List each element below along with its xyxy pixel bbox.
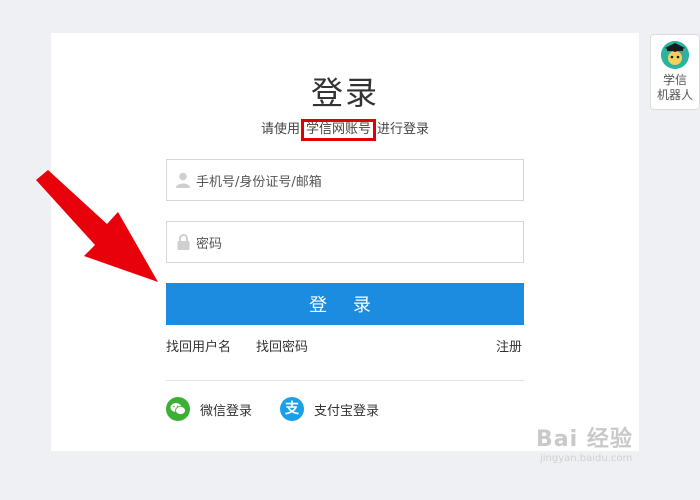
baidu-watermark-url: jingyan.baidu.com — [540, 453, 633, 464]
robot-label-line1: 学信 — [662, 73, 687, 87]
wechat-login[interactable]: 微信登录 — [166, 397, 252, 421]
robot-avatar — [661, 41, 689, 69]
account-field[interactable]: 手机号/身份证号/邮箱 — [166, 159, 524, 201]
alipay-login[interactable]: 支 支付宝登录 — [280, 397, 379, 421]
login-card: 登录 请使用 学信网账号 进行登录 手机号/身份证号/邮箱 密码 登 录 找回用户名… — [51, 33, 639, 451]
alipay-login-label: 支付宝登录 — [314, 403, 380, 419]
subtitle-highlight-account: 学信网账号 — [300, 119, 376, 141]
find-password-link[interactable]: 找回密码 — [256, 339, 308, 357]
wechat-icon — [166, 397, 190, 421]
subtitle-suffix: 进行登录 — [377, 122, 430, 137]
login-button[interactable]: 登 录 — [166, 283, 524, 325]
find-username-link[interactable]: 找回用户名 — [166, 339, 231, 357]
divider — [166, 380, 524, 381]
password-placeholder: 密码 — [196, 236, 223, 252]
account-placeholder: 手机号/身份证号/邮箱 — [196, 174, 322, 190]
wechat-login-label: 微信登录 — [200, 403, 253, 419]
subtitle-prefix: 请使用 — [260, 122, 300, 137]
robot-assistant-button[interactable]: 学信 机器人 — [650, 34, 700, 110]
login-subtitle: 请使用 学信网账号 进行登录 — [51, 119, 639, 141]
alipay-icon: 支 — [280, 397, 304, 421]
register-link[interactable]: 注册 — [496, 339, 522, 357]
baidu-watermark: Bai 经验 — [536, 427, 633, 452]
page-title: 登录 — [310, 74, 379, 112]
robot-label-line2: 机器人 — [656, 88, 693, 102]
user-icon — [176, 172, 190, 188]
lock-icon — [176, 234, 190, 250]
password-field[interactable]: 密码 — [166, 221, 524, 263]
